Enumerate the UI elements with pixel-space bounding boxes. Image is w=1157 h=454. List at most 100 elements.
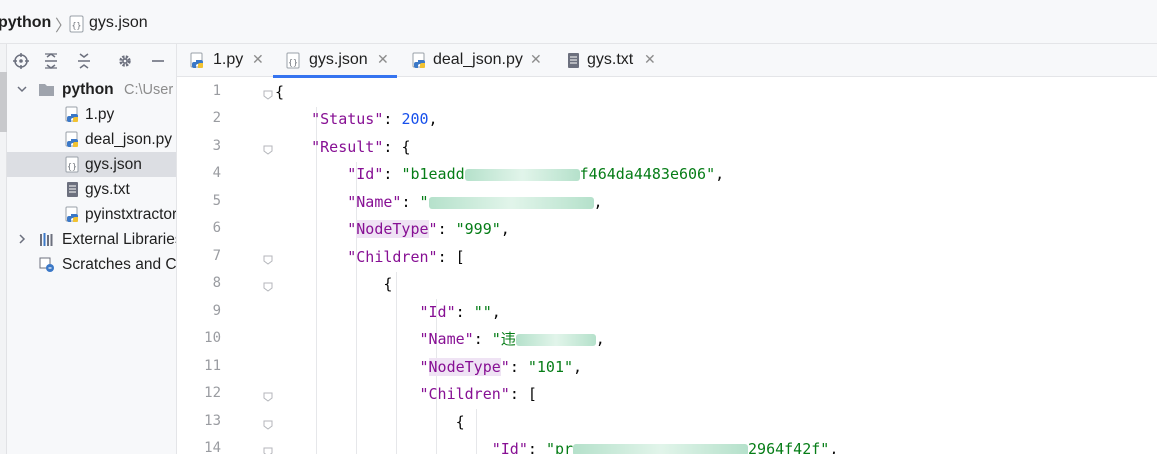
code-editor[interactable]: { "Status": 200, "Result": { "Id": "b1ea… bbox=[275, 77, 1157, 454]
json-key: "Id" bbox=[419, 303, 456, 321]
text-file-icon bbox=[565, 52, 582, 69]
json-file-icon: {} bbox=[64, 156, 81, 173]
fold-marker-icon[interactable] bbox=[263, 252, 273, 265]
fold-marker-icon[interactable] bbox=[263, 142, 273, 155]
line-number: 9 bbox=[212, 303, 221, 319]
python-file-icon bbox=[64, 131, 81, 148]
json-key: "Id" bbox=[491, 440, 528, 454]
fold-marker-icon[interactable] bbox=[263, 417, 273, 430]
close-icon[interactable]: ✕ bbox=[252, 51, 264, 68]
collapse-all-icon[interactable] bbox=[73, 51, 95, 71]
tab-label: gys.txt bbox=[587, 51, 634, 68]
tree-item-file[interactable]: pyinstxtractor bbox=[7, 202, 176, 227]
svg-text:{}: {} bbox=[72, 21, 82, 30]
python-file-icon bbox=[189, 52, 206, 69]
line-number: 11 bbox=[204, 358, 221, 374]
code-line: "Id": "pr 2964f42f", bbox=[275, 436, 838, 454]
line-number: 8 bbox=[212, 275, 221, 291]
minimize-icon[interactable] bbox=[147, 51, 169, 71]
tree-item-label: gys.txt bbox=[85, 181, 130, 198]
json-file-icon: {} bbox=[68, 15, 86, 37]
json-string: "101" bbox=[527, 358, 574, 376]
json-key: NodeType bbox=[356, 220, 429, 238]
token: { bbox=[455, 413, 465, 431]
tab-1-py[interactable]: 1.py ✕ bbox=[177, 44, 271, 77]
project-panel: python C:\User 1.py deal_json.py {} gys.… bbox=[7, 44, 176, 454]
code-line: "Children": [ bbox=[347, 248, 465, 266]
json-key: "Children" bbox=[347, 248, 438, 266]
chevron-right-icon[interactable] bbox=[16, 232, 28, 246]
json-key-quote: " bbox=[500, 358, 510, 376]
navigation-breadcrumb: python 〉 {} gys.json bbox=[0, 0, 1157, 44]
redacted-text bbox=[573, 443, 749, 454]
fold-marker-icon[interactable] bbox=[263, 279, 273, 292]
tree-root-label: python bbox=[62, 81, 114, 98]
redacted-text bbox=[515, 333, 596, 346]
breadcrumb-file[interactable]: gys.json bbox=[89, 14, 148, 32]
line-number: 13 bbox=[204, 413, 221, 429]
code-line: { bbox=[275, 409, 465, 436]
code-line: "Id": "", bbox=[419, 303, 501, 321]
tree-item-file[interactable]: 1.py bbox=[7, 102, 176, 127]
token: { bbox=[383, 275, 393, 293]
code-line: "Id": "b1eadd f464da4483e606", bbox=[347, 165, 725, 183]
line-number: 12 bbox=[204, 385, 221, 401]
line-number: 14 bbox=[204, 440, 221, 454]
python-file-icon bbox=[64, 206, 81, 223]
gear-icon[interactable] bbox=[114, 51, 136, 71]
token: { bbox=[401, 138, 411, 156]
fold-marker-icon[interactable] bbox=[263, 389, 273, 402]
redacted-text bbox=[464, 168, 580, 181]
svg-text:{}: {} bbox=[67, 162, 77, 171]
editor-area: 1.py ✕ {} gys.json ✕ deal_json.py ✕ gys.… bbox=[176, 44, 1157, 454]
tree-item-scratches[interactable]: Scratches and Consoles bbox=[7, 252, 176, 277]
close-icon[interactable]: ✕ bbox=[644, 51, 656, 68]
fold-marker-icon[interactable] bbox=[263, 87, 273, 100]
fold-marker-icon[interactable] bbox=[263, 444, 273, 454]
json-key: "Children" bbox=[419, 385, 510, 403]
code-line: "NodeType": "999", bbox=[347, 220, 510, 238]
line-number-gutter: 1 2 3 4 5 6 7 8 9 10 11 12 13 14 bbox=[177, 77, 273, 454]
tab-deal-json-py[interactable]: deal_json.py ✕ bbox=[399, 44, 549, 77]
line-number: 6 bbox=[212, 220, 221, 236]
tree-item-label: gys.json bbox=[85, 156, 142, 173]
svg-text:{}: {} bbox=[288, 58, 298, 67]
json-key: "Status" bbox=[311, 110, 384, 128]
tool-window-stripe bbox=[0, 44, 7, 454]
tree-item-file[interactable]: gys.txt bbox=[7, 177, 176, 202]
tree-item-external-libraries[interactable]: External Libraries bbox=[7, 227, 176, 252]
code-line: "Name": "违, bbox=[419, 330, 605, 348]
code-line: { bbox=[275, 271, 392, 298]
json-string: " bbox=[491, 330, 501, 348]
json-string: " bbox=[419, 193, 429, 211]
tree-item-root[interactable]: python C:\User bbox=[7, 77, 176, 102]
tab-gys-txt[interactable]: gys.txt ✕ bbox=[553, 44, 663, 77]
expand-all-icon[interactable] bbox=[40, 51, 62, 71]
python-file-icon bbox=[411, 52, 428, 69]
tree-item-file-selected[interactable]: {} gys.json bbox=[7, 152, 176, 177]
scratches-icon bbox=[38, 256, 55, 273]
tree-item-label: deal_json.py bbox=[85, 131, 173, 148]
locate-icon[interactable] bbox=[10, 51, 32, 71]
close-icon[interactable]: ✕ bbox=[377, 51, 389, 68]
json-string: "999" bbox=[455, 220, 501, 238]
tree-item-label: Scratches and Consoles bbox=[62, 256, 176, 273]
tree-item-label: External Libraries bbox=[62, 231, 176, 248]
line-number: 4 bbox=[212, 165, 221, 181]
json-string: f464da4483e606" bbox=[579, 165, 716, 183]
line-number: 10 bbox=[204, 330, 221, 346]
json-key: "Id" bbox=[347, 165, 384, 183]
folder-icon bbox=[38, 81, 55, 98]
tree-item-file[interactable]: deal_json.py bbox=[7, 127, 176, 152]
line-number: 2 bbox=[212, 110, 221, 126]
code-line: "Children": [ bbox=[419, 385, 537, 403]
close-icon[interactable]: ✕ bbox=[530, 51, 542, 68]
line-number: 7 bbox=[212, 248, 221, 264]
chevron-down-icon[interactable] bbox=[16, 82, 28, 96]
project-tool-window-button[interactable] bbox=[0, 72, 7, 132]
code-line: "Result": { bbox=[311, 138, 411, 156]
code-line: { bbox=[275, 79, 284, 106]
json-string: 违 bbox=[500, 330, 516, 348]
tab-gys-json[interactable]: {} gys.json ✕ bbox=[273, 44, 397, 78]
breadcrumb-project[interactable]: python bbox=[0, 14, 51, 32]
